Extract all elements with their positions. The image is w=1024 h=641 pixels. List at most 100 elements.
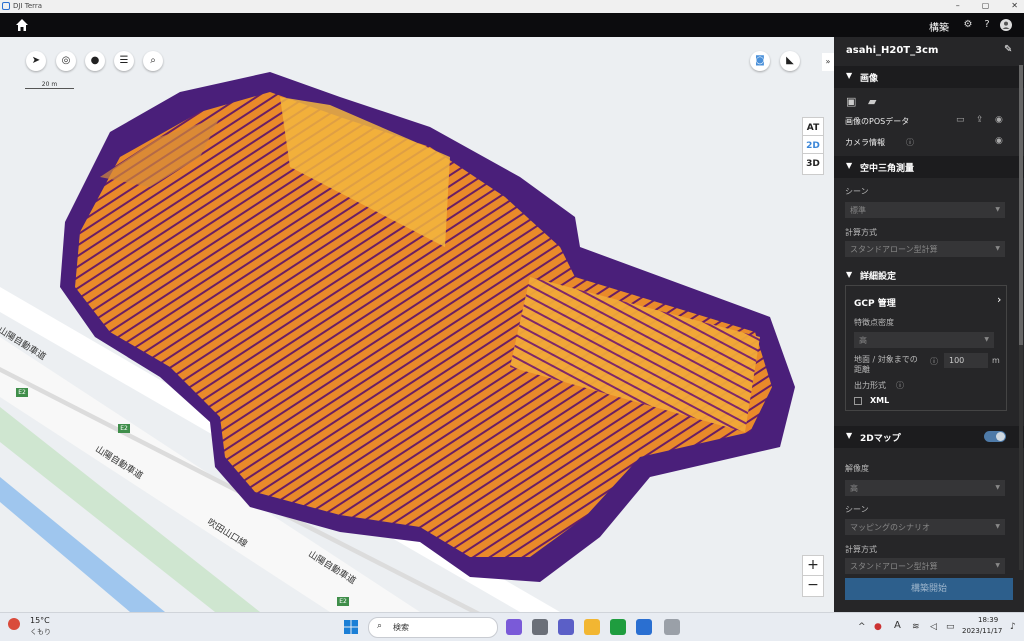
maximize-button[interactable]: ▢ bbox=[982, 1, 990, 10]
search-icon: ⌕ bbox=[377, 621, 383, 631]
calc-method-select[interactable]: スタンドアローン型計算 ▼ bbox=[845, 241, 1005, 257]
collapse-panel-button[interactable]: » bbox=[822, 53, 834, 71]
file-explorer-icon[interactable] bbox=[584, 619, 600, 635]
copilot-icon[interactable] bbox=[506, 619, 522, 635]
view-3d-button[interactable]: 3D bbox=[802, 153, 824, 175]
chevron-down-icon: ▼ bbox=[995, 562, 1000, 569]
chevron-down-icon: ▼ bbox=[846, 431, 853, 440]
mission-name: asahi_H20T_3cm bbox=[846, 45, 939, 56]
minimize-button[interactable]: – bbox=[956, 1, 960, 10]
taskbar-search[interactable]: ⌕ 検索 bbox=[368, 617, 498, 638]
list-icon[interactable]: ☰ bbox=[114, 51, 134, 71]
map-canvas bbox=[0, 72, 795, 612]
scene-label: シーン bbox=[845, 505, 869, 514]
output-format-label: 出力形式 bbox=[854, 381, 886, 390]
volume-icon[interactable]: ◁ bbox=[930, 622, 937, 632]
gcp-label[interactable]: GCP 管理 bbox=[854, 296, 896, 309]
folder-icon[interactable]: ▰ bbox=[868, 95, 876, 108]
chevron-down-icon: ▼ bbox=[995, 245, 1000, 252]
map-viewport[interactable]: ➤ ◎ ● ☰ ⌕ 20 m ◙ ◣ » AT 2D 3D + − 山陽自動車道… bbox=[0, 37, 834, 612]
gear-icon[interactable]: ⚙ bbox=[962, 19, 974, 31]
panel-scrollbar-thumb[interactable] bbox=[1019, 65, 1023, 345]
scene-label: シーン bbox=[845, 187, 869, 196]
chevron-down-icon: ▼ bbox=[984, 336, 989, 343]
battery-icon[interactable]: ▭ bbox=[946, 622, 955, 632]
resolution-label: 解像度 bbox=[845, 464, 869, 473]
locate-icon[interactable]: ◎ bbox=[56, 51, 76, 71]
info-icon[interactable]: ⓘ bbox=[930, 356, 938, 367]
info-icon[interactable]: ⓘ bbox=[896, 380, 904, 391]
chevron-down-icon: ▼ bbox=[995, 206, 1000, 213]
user-avatar-icon[interactable] bbox=[1000, 19, 1012, 31]
camera-icon[interactable]: ◙ bbox=[750, 51, 770, 71]
chevron-down-icon: ▼ bbox=[846, 71, 853, 80]
import-icon[interactable]: ▭ bbox=[956, 115, 965, 125]
dji-terra-taskbar-icon[interactable] bbox=[636, 619, 652, 635]
distance-input[interactable]: 100 bbox=[944, 353, 988, 368]
export-icon[interactable]: ⇪ bbox=[976, 115, 984, 125]
task-view-icon[interactable] bbox=[532, 619, 548, 635]
section-2d-map-header[interactable]: ▼ 2Dマップ bbox=[834, 426, 1024, 448]
app-taskbar-icon[interactable] bbox=[664, 619, 680, 635]
calc-method-label: 計算方式 bbox=[845, 545, 877, 554]
route-badge: E2 bbox=[337, 597, 349, 606]
resolution-select[interactable]: 高 ▼ bbox=[845, 480, 1005, 496]
image-icon[interactable]: ▣ bbox=[846, 95, 856, 108]
advanced-settings-box: GCP 管理 › 特徴点密度 高 ▼ 地面 / 対象までの 距離 ⓘ 100 m … bbox=[845, 285, 1007, 411]
clock-time[interactable]: 18:39 bbox=[978, 616, 998, 624]
weather-icon[interactable] bbox=[8, 618, 20, 630]
edit-icon[interactable]: ✎ bbox=[1004, 44, 1012, 55]
section-images-header[interactable]: ▼ 画像 bbox=[834, 66, 1024, 88]
zoom-out-button[interactable]: − bbox=[802, 575, 824, 597]
clock-date[interactable]: 2023/11/17 bbox=[962, 627, 1002, 635]
teams-icon[interactable] bbox=[558, 619, 574, 635]
camera-info-label: カメラ情報 bbox=[845, 138, 885, 147]
settings-panel: asahi_H20T_3cm ✎ ▼ 画像 ▣ ▰ 画像のPOSデータ ▭ ⇪ … bbox=[834, 37, 1024, 612]
notification-bell-icon[interactable]: ♪ bbox=[1010, 622, 1016, 632]
ime-indicator[interactable]: A bbox=[894, 620, 901, 631]
windows-start-icon[interactable] bbox=[343, 619, 359, 635]
chevron-down-icon: ▼ bbox=[995, 484, 1000, 491]
xml-checkbox[interactable] bbox=[854, 397, 862, 405]
mapping-scene-select[interactable]: マッピングのシナリオ ▼ bbox=[845, 519, 1005, 535]
weather-desc: くもり bbox=[30, 628, 51, 636]
eye-icon[interactable]: ◉ bbox=[995, 136, 1003, 146]
mode-label[interactable]: 構築 bbox=[929, 19, 949, 34]
chevron-down-icon: ▼ bbox=[995, 523, 1000, 530]
map-calc-method-select[interactable]: スタンドアローン型計算 ▼ bbox=[845, 558, 1005, 574]
xml-label: XML bbox=[870, 396, 890, 405]
wifi-icon[interactable]: ≋ bbox=[912, 622, 920, 632]
map-scale: 20 m bbox=[25, 81, 74, 89]
xbox-icon[interactable] bbox=[610, 619, 626, 635]
density-select[interactable]: 高 ▼ bbox=[854, 332, 994, 348]
chevron-right-icon[interactable]: › bbox=[997, 293, 1001, 306]
window-titlebar: DJI Terra – ▢ ✕ bbox=[0, 0, 1024, 13]
taskbar: 15°C くもり ⌕ 検索 ^ ● A ≋ ◁ ▭ 18:39 2023/11/… bbox=[0, 612, 1024, 641]
help-icon[interactable]: ? bbox=[981, 19, 993, 31]
home-icon[interactable] bbox=[14, 17, 30, 33]
2d-map-toggle[interactable] bbox=[984, 431, 1006, 442]
section-aerial-triangulation-header[interactable]: ▼ 空中三角測量 bbox=[834, 156, 1024, 178]
antivirus-icon[interactable]: ● bbox=[874, 622, 882, 632]
eye-icon[interactable]: ◉ bbox=[995, 115, 1003, 125]
info-icon[interactable]: ⓘ bbox=[906, 137, 914, 148]
zoom-in-button[interactable]: + bbox=[802, 555, 824, 577]
advanced-settings-label[interactable]: 詳細設定 bbox=[860, 269, 896, 282]
weather-temp[interactable]: 15°C bbox=[30, 616, 50, 625]
scene-select[interactable]: 標準 ▼ bbox=[845, 202, 1005, 218]
distance-unit: m bbox=[992, 356, 1000, 365]
density-label: 特徴点密度 bbox=[854, 318, 894, 327]
search-icon[interactable]: ⌕ bbox=[143, 51, 163, 71]
chevron-down-icon[interactable]: ▼ bbox=[846, 270, 852, 279]
start-build-button[interactable]: 構築開始 bbox=[845, 578, 1013, 600]
route-badge: E2 bbox=[16, 388, 28, 397]
chevron-up-icon[interactable]: ^ bbox=[858, 622, 866, 632]
pin-icon[interactable]: ● bbox=[85, 51, 105, 71]
compass-icon[interactable]: ➤ bbox=[26, 51, 46, 71]
chevron-down-icon: ▼ bbox=[846, 161, 853, 170]
distance-label: 距離 bbox=[854, 365, 870, 374]
close-button[interactable]: ✕ bbox=[1011, 1, 1018, 10]
window-title: DJI Terra bbox=[13, 2, 43, 10]
app-logo-icon bbox=[2, 2, 10, 10]
measure-icon[interactable]: ◣ bbox=[780, 51, 800, 71]
